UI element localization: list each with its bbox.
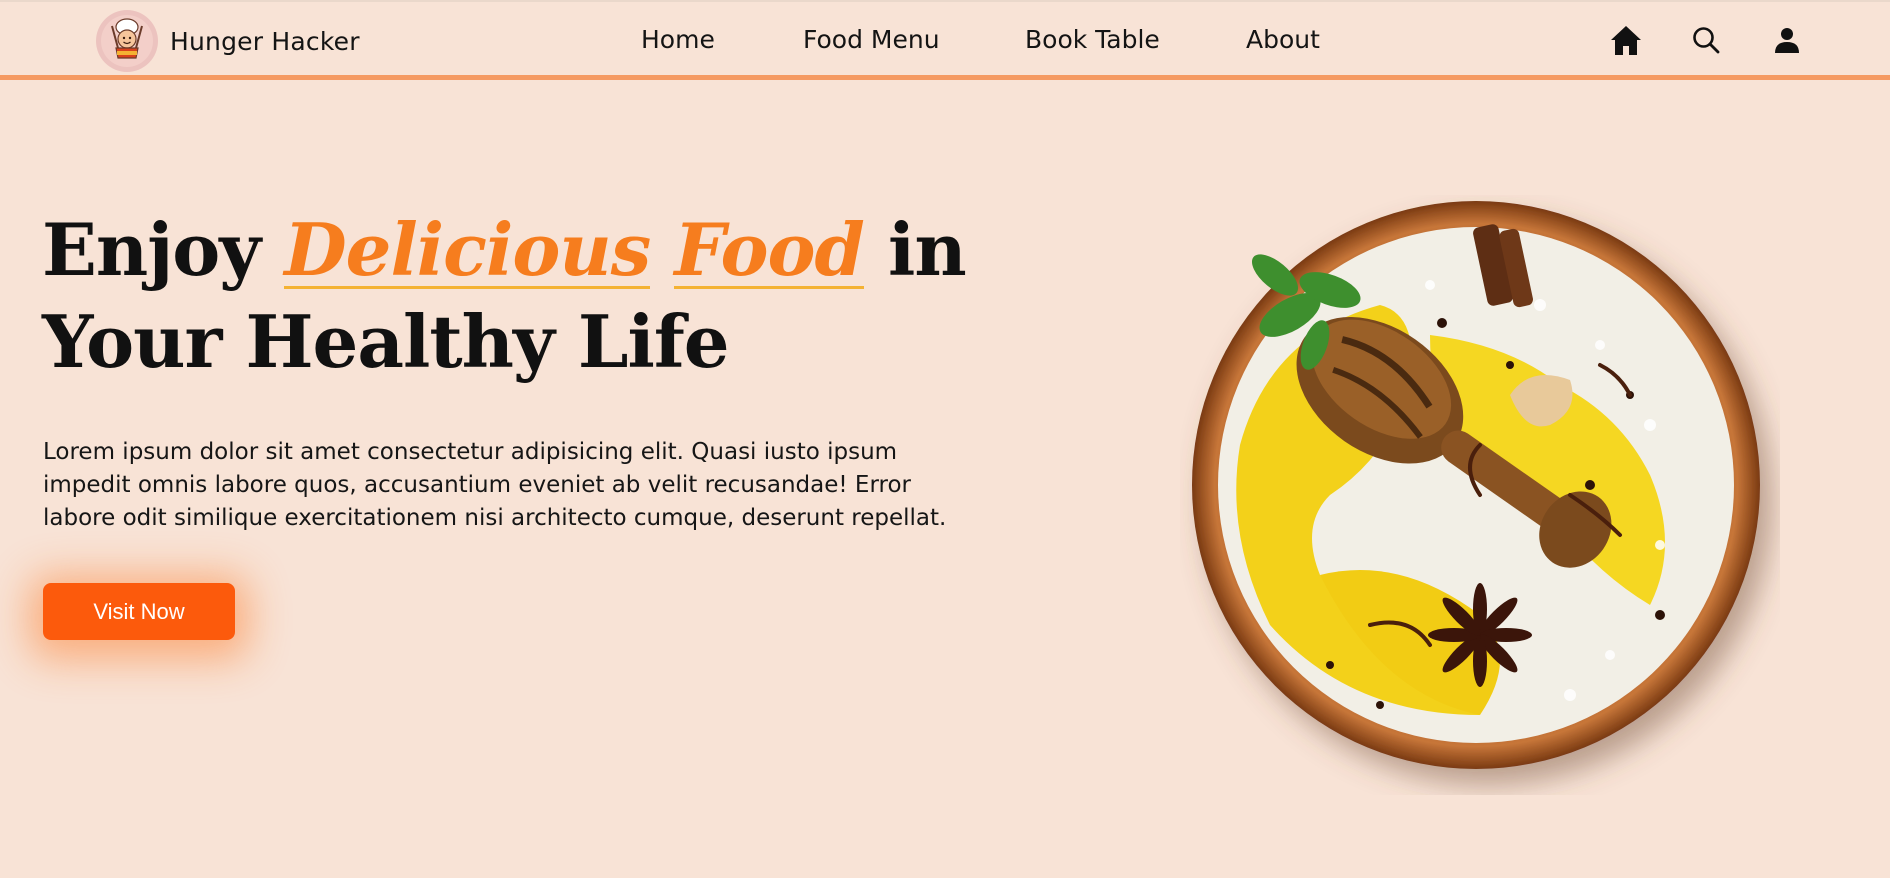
- nav-item-home[interactable]: Home: [641, 25, 715, 54]
- user-icon[interactable]: [1769, 22, 1805, 58]
- hero-title: Enjoy Delicious Food in Your Healthy Life: [42, 204, 967, 388]
- hero-title-accent-delicious: Delicious: [284, 207, 651, 292]
- brand-name: Hunger Hacker: [170, 26, 360, 56]
- hero-title-accent-food: Food: [674, 207, 865, 292]
- hero-title-line2: Your Healthy Life: [42, 299, 730, 384]
- nav-item-book-table[interactable]: Book Table: [1025, 25, 1160, 54]
- visit-now-button[interactable]: Visit Now: [43, 583, 235, 640]
- hero-title-end: in: [863, 207, 967, 292]
- home-icon[interactable]: [1608, 22, 1644, 58]
- brand[interactable]: Hunger Hacker: [96, 10, 360, 72]
- chef-logo-icon: [96, 10, 158, 72]
- biryani-bowl-image: [1180, 195, 1780, 795]
- top-navbar: Hunger Hacker Home Food Menu Book Table …: [0, 0, 1890, 80]
- nav-item-about[interactable]: About: [1246, 25, 1320, 54]
- nav-item-food-menu[interactable]: Food Menu: [803, 25, 940, 54]
- hero-title-start: Enjoy: [42, 207, 285, 292]
- hero-description: Lorem ipsum dolor sit amet consectetur a…: [43, 439, 947, 531]
- search-icon[interactable]: [1688, 22, 1724, 58]
